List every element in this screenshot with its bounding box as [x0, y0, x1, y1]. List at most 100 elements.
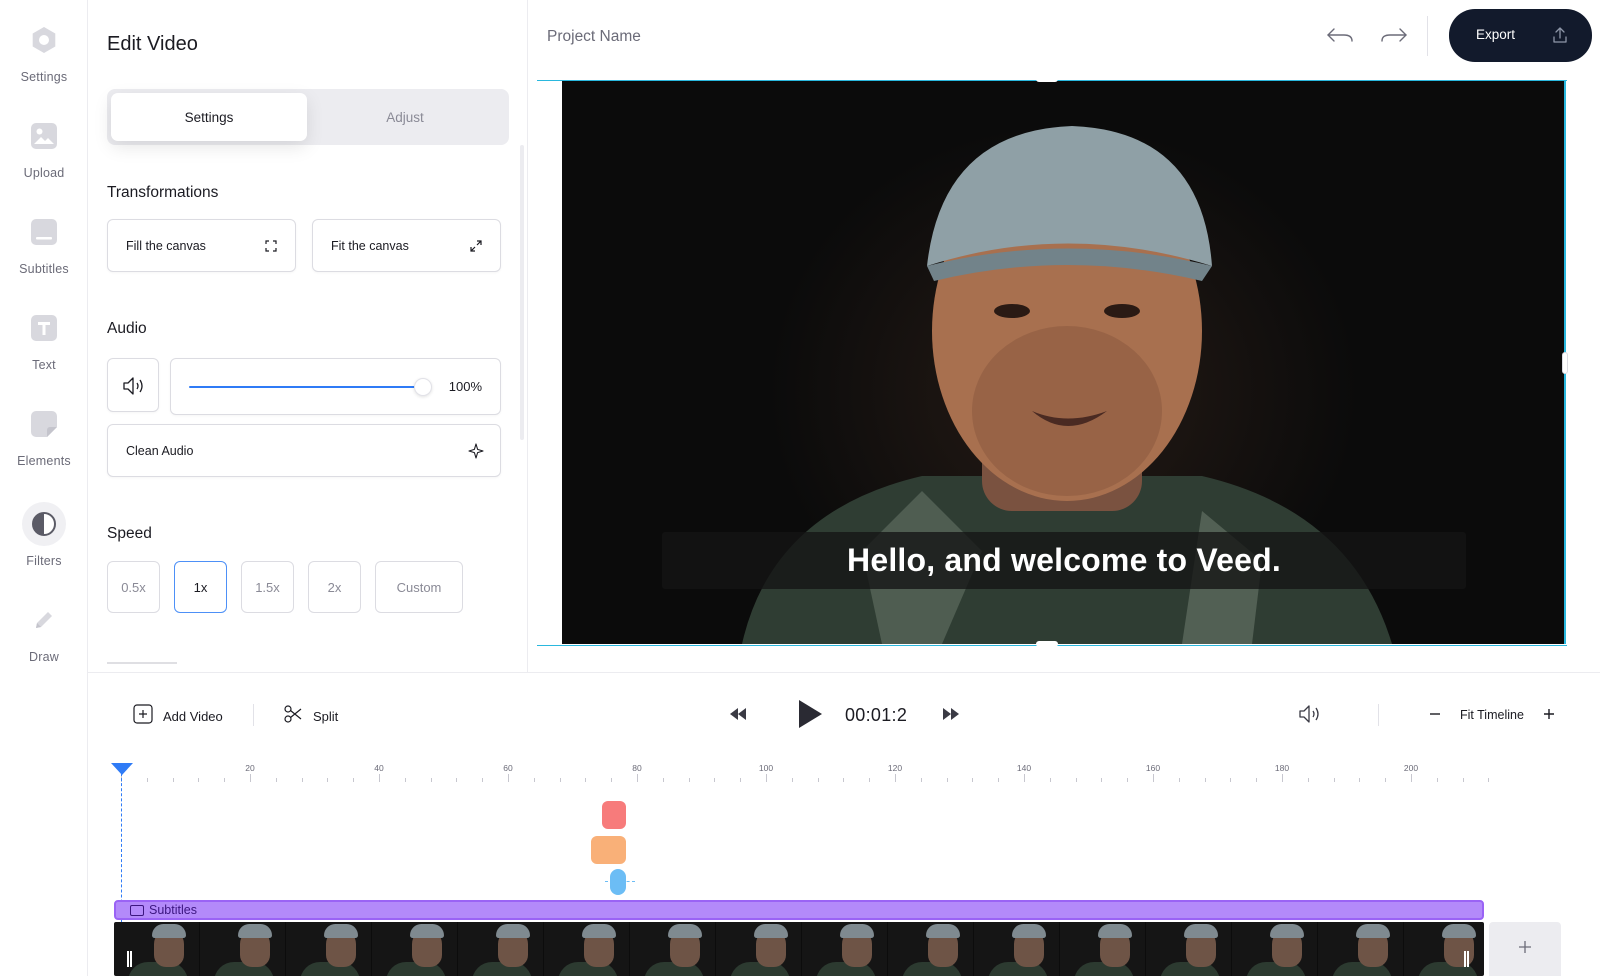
playhead-handle[interactable]	[111, 763, 133, 775]
sidebar-item-text[interactable]: Text	[0, 306, 88, 386]
rewind-button[interactable]	[729, 704, 747, 728]
scissors-icon	[283, 704, 303, 729]
ruler-tick	[1462, 778, 1464, 782]
plus-icon	[1517, 939, 1533, 960]
clean-audio-button[interactable]: Clean Audio	[107, 424, 501, 477]
sidebar-item-elements[interactable]: Elements	[0, 402, 88, 482]
play-button[interactable]	[797, 698, 823, 734]
video-preview[interactable]: Hello, and welcome to Veed.	[562, 81, 1566, 644]
ruler-tick	[1024, 774, 1025, 782]
resize-handle-right[interactable]	[1562, 352, 1568, 374]
ruler-tick	[998, 778, 1000, 782]
tool-rail: Settings Upload Subtitles Text Elements …	[0, 0, 88, 976]
ruler-tick	[327, 778, 329, 782]
ruler-tick	[1153, 774, 1154, 782]
tab-settings[interactable]: Settings	[111, 93, 307, 141]
clip-trim-handle-right[interactable]	[1464, 951, 1469, 967]
subtitle-overlay[interactable]: Hello, and welcome to Veed.	[662, 532, 1466, 589]
zoom-out-button[interactable]	[1428, 704, 1442, 728]
ruler-tick	[430, 778, 432, 782]
ruler-tick	[379, 774, 380, 782]
filmstrip-frame	[114, 922, 200, 976]
minus-icon	[1428, 707, 1442, 726]
ruler-tick	[1333, 778, 1335, 782]
audio-marker-orange[interactable]	[591, 836, 626, 864]
sidebar-item-draw[interactable]: Draw	[0, 598, 88, 678]
audio-marker-blue[interactable]	[610, 869, 626, 895]
ruler-tick	[1204, 778, 1206, 782]
undo-icon	[1326, 26, 1354, 49]
add-icon	[133, 703, 153, 729]
add-clip-button[interactable]	[1489, 922, 1561, 976]
filmstrip-frame	[1060, 922, 1146, 976]
speed-2x-button[interactable]: 2x	[308, 561, 361, 613]
marker-connector	[605, 881, 635, 882]
ruler-label: 40	[374, 763, 384, 773]
ruler-tick	[637, 774, 638, 782]
video-track[interactable]	[114, 922, 1484, 976]
plus-icon	[1542, 707, 1556, 726]
sidebar-item-upload[interactable]: Upload	[0, 114, 88, 194]
ruler-tick	[817, 778, 819, 782]
ruler-tick	[301, 778, 303, 782]
elements-icon	[22, 402, 66, 446]
ruler-label: 100	[758, 763, 774, 773]
timeline-ruler[interactable]: 20 40 60 80 100 120 140 160 180 200	[113, 760, 1503, 782]
ruler-tick	[250, 774, 251, 782]
speed-custom-button[interactable]: Custom	[375, 561, 463, 613]
ruler-tick	[146, 778, 148, 782]
ruler-tick	[611, 778, 613, 782]
ruler-tick	[662, 778, 664, 782]
volume-slider-handle[interactable]	[414, 378, 432, 396]
ruler-tick	[843, 778, 845, 782]
resize-handle-bottom[interactable]	[1036, 641, 1058, 647]
panel-scrollbar[interactable]	[520, 145, 524, 440]
fill-canvas-label: Fill the canvas	[126, 238, 206, 253]
ruler-tick	[1256, 778, 1258, 782]
redo-button[interactable]	[1377, 22, 1411, 52]
sidebar-item-label: Draw	[29, 650, 59, 664]
filmstrip-frame	[200, 922, 286, 976]
timecode: 00:01:2	[845, 705, 908, 725]
ruler-tick	[404, 778, 406, 782]
clip-trim-handle-left[interactable]	[127, 951, 132, 967]
speed-1.5x-button[interactable]: 1.5x	[241, 561, 294, 613]
mute-button[interactable]	[107, 358, 159, 412]
filmstrip-frame	[372, 922, 458, 976]
fit-canvas-icon	[468, 238, 484, 254]
tab-adjust[interactable]: Adjust	[307, 93, 503, 141]
fit-timeline-button[interactable]: Fit Timeline	[1460, 708, 1524, 722]
speed-0.5x-button[interactable]: 0.5x	[107, 561, 160, 613]
ruler-tick	[275, 778, 277, 782]
ruler-label: 120	[887, 763, 903, 773]
undo-button[interactable]	[1323, 22, 1357, 52]
fill-canvas-button[interactable]: Fill the canvas	[107, 219, 296, 272]
ruler-tick	[1178, 778, 1180, 782]
add-video-button[interactable]: Add Video	[133, 703, 223, 729]
ruler-tick	[172, 778, 174, 782]
volume-control[interactable]: 100%	[170, 358, 501, 415]
speed-1x-button[interactable]: 1x	[174, 561, 227, 613]
resize-handle-top[interactable]	[1036, 76, 1058, 82]
sidebar-item-subtitles[interactable]: Subtitles	[0, 210, 88, 290]
ruler-tick	[224, 778, 226, 782]
audio-heading: Audio	[107, 320, 147, 337]
sidebar-item-settings[interactable]: Settings	[0, 18, 88, 98]
project-name[interactable]: Project Name	[547, 28, 641, 46]
ruler-tick	[1230, 778, 1232, 782]
add-video-label: Add Video	[163, 708, 223, 724]
zoom-in-button[interactable]	[1542, 704, 1556, 728]
fast-forward-button[interactable]	[942, 704, 960, 728]
timeline-volume-button[interactable]	[1298, 704, 1324, 728]
sidebar-item-label: Elements	[17, 454, 71, 468]
fit-canvas-button[interactable]: Fit the canvas	[312, 219, 501, 272]
subtitle-track[interactable]: Subtitles	[114, 900, 1484, 920]
export-button[interactable]: Export	[1449, 9, 1592, 62]
filmstrip-frame	[1318, 922, 1404, 976]
ruler-tick	[688, 778, 690, 782]
audio-marker-red[interactable]	[602, 801, 626, 829]
split-button[interactable]: Split	[283, 704, 338, 728]
sidebar-item-filters[interactable]: Filters	[0, 502, 88, 582]
volume-slider-track[interactable]	[189, 386, 421, 388]
ruler-tick	[1282, 774, 1283, 782]
